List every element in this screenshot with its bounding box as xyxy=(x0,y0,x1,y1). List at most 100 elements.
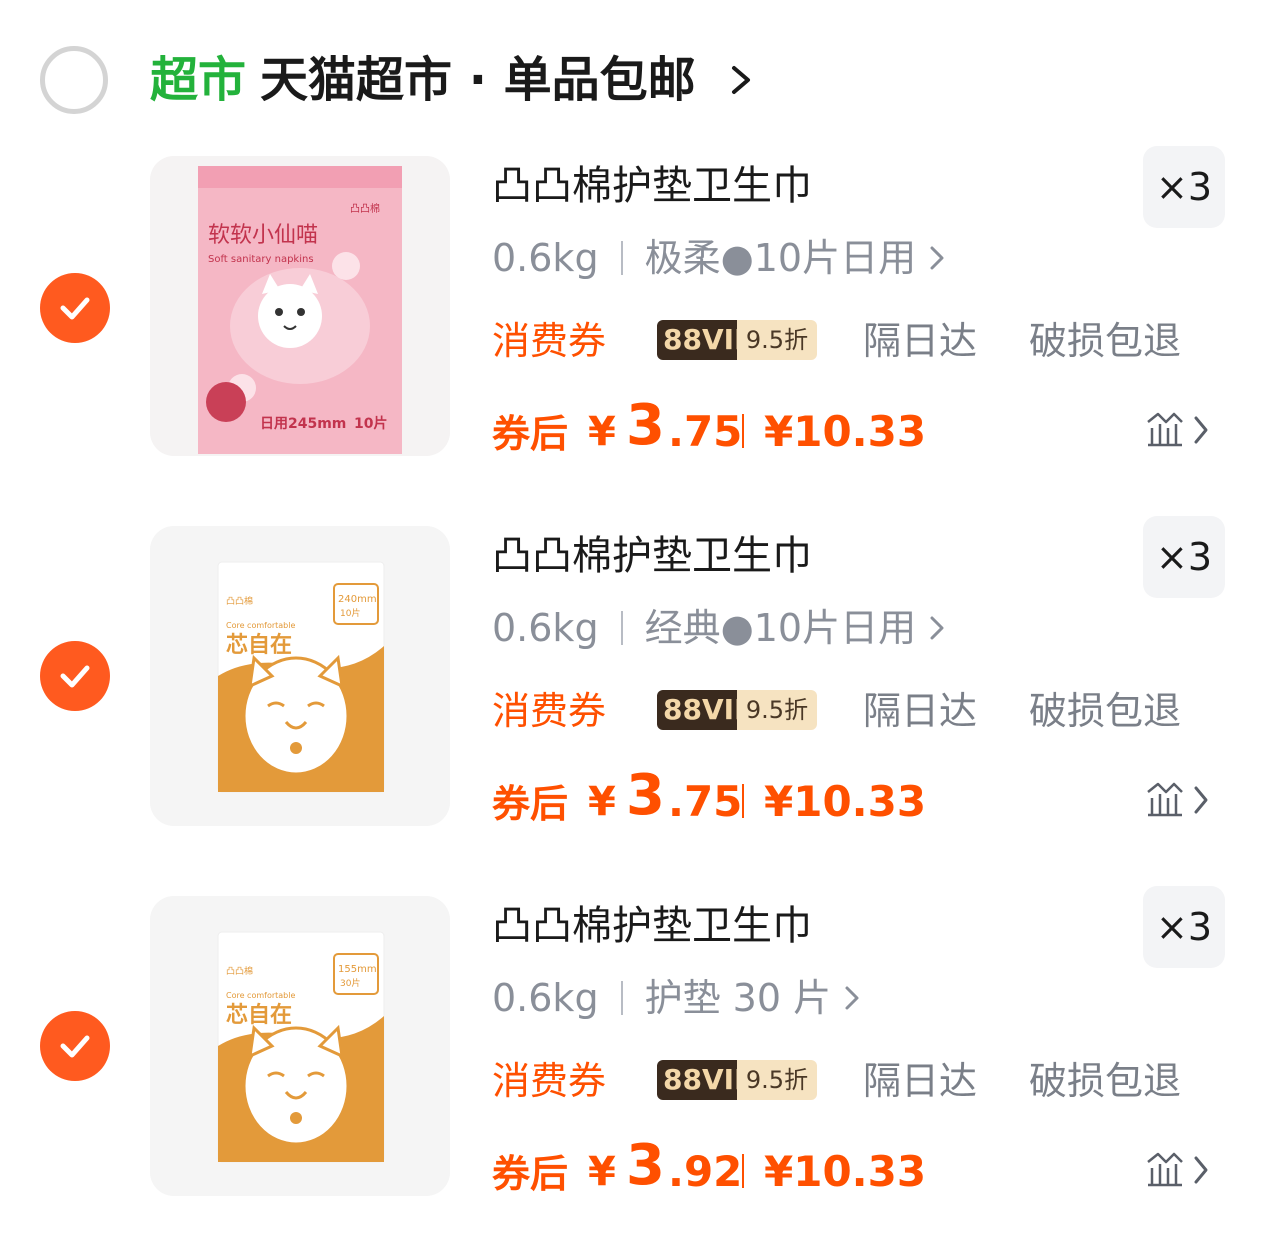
store-name-link[interactable]: 天猫超市 · 单品包邮 xyxy=(260,44,696,116)
after-coupon-label: 券后 xyxy=(492,412,569,456)
chevron-right-icon[interactable] xyxy=(726,62,756,98)
price-divider xyxy=(742,1154,744,1188)
vip-discount: 9.5折 xyxy=(737,690,817,730)
item-weight: 0.6kg xyxy=(492,606,599,650)
vip-label: 88VIP xyxy=(657,1060,755,1100)
item-weight: 0.6kg xyxy=(492,236,599,280)
after-coupon-label: 券后 xyxy=(492,782,569,826)
delivery-tag: 隔日达 xyxy=(863,689,978,733)
price-divider xyxy=(742,414,744,448)
vip-discount-badge: 88VIP 9.5折 xyxy=(657,1060,817,1100)
chevron-right-icon xyxy=(930,616,944,640)
product-package-orange: 凸凸棉 Core comfortable 芯自在 155mm 30片 xyxy=(150,896,450,1196)
cart-item: 凸凸棉 Core comfortable 芯自在 155mm 30片 凸凸棉护垫… xyxy=(0,886,1280,1249)
currency-symbol: ¥ xyxy=(588,409,616,455)
checkmark-icon xyxy=(60,1035,90,1058)
item-tags: 消费券 88VIP 9.5折 隔日达 破损包退 xyxy=(492,682,1212,740)
item-variant: 极柔●10片日用 xyxy=(644,236,917,280)
vip-discount-badge: 88VIP 9.5折 xyxy=(657,320,817,360)
price-row: 券后 ¥ 3 .92 ¥10.33 xyxy=(492,1132,1212,1202)
quantity-button[interactable]: ×3 xyxy=(1143,886,1225,968)
chevron-right-icon xyxy=(845,986,859,1010)
price-row: 券后 ¥ 3 .75 ¥10.33 xyxy=(492,762,1212,832)
return-tag: 破损包退 xyxy=(1029,1059,1182,1103)
currency-symbol: ¥ xyxy=(588,779,616,825)
checkmark-icon xyxy=(60,297,90,320)
product-package-pink: 软软小仙喵 Soft sanitary napkins 凸凸棉 日用245mm … xyxy=(150,156,450,456)
package-subtitle-text: Soft sanitary napkins xyxy=(208,254,314,265)
package-size-text: 240mm xyxy=(338,594,377,605)
price-integer: 3 xyxy=(626,1133,665,1198)
item-spec-selector[interactable]: 0.6kg 极柔●10片日用 xyxy=(492,230,946,286)
package-title-text: 芯自在 xyxy=(226,632,292,658)
original-price: ¥10.33 xyxy=(764,1147,927,1196)
after-coupon-label: 券后 xyxy=(492,1152,569,1196)
spec-divider xyxy=(620,981,623,1015)
price-decimal: .75 xyxy=(668,777,743,826)
vip-label: 88VIP xyxy=(657,320,755,360)
coupon-tag: 消费券 xyxy=(492,689,607,733)
cart-item: 软软小仙喵 Soft sanitary napkins 凸凸棉 日用245mm … xyxy=(0,146,1280,526)
return-tag: 破损包退 xyxy=(1029,319,1182,363)
price-integer: 3 xyxy=(626,393,665,458)
price-trend-icon[interactable] xyxy=(1144,410,1214,450)
delivery-tag: 隔日达 xyxy=(863,319,978,363)
item-spec-selector[interactable]: 0.6kg 经典●10片日用 xyxy=(492,600,946,656)
delivery-tag: 隔日达 xyxy=(863,1059,978,1103)
spec-divider xyxy=(620,241,623,275)
package-brand-text: 凸凸棉 xyxy=(350,202,380,215)
package-brand-text: 凸凸棉 xyxy=(226,965,253,977)
price-decimal: .92 xyxy=(668,1147,743,1196)
quantity-button[interactable]: ×3 xyxy=(1143,516,1225,598)
item-title[interactable]: 凸凸棉护垫卫生巾 xyxy=(492,896,812,956)
vip-discount-badge: 88VIP 9.5折 xyxy=(657,690,817,730)
package-brand-text: 凸凸棉 xyxy=(226,595,253,607)
return-tag: 破损包退 xyxy=(1029,689,1182,733)
price-decimal: .75 xyxy=(668,407,743,456)
package-subtitle-text: Core comfortable xyxy=(226,621,295,630)
package-size-text: 155mm xyxy=(338,964,377,975)
original-price: ¥10.33 xyxy=(764,407,927,456)
package-count-text: 30片 xyxy=(340,977,360,989)
item-title[interactable]: 凸凸棉护垫卫生巾 xyxy=(492,526,812,586)
item-title[interactable]: 凸凸棉护垫卫生巾 xyxy=(492,156,812,216)
item-check-button[interactable] xyxy=(40,1011,110,1081)
quantity-button[interactable]: ×3 xyxy=(1143,146,1225,228)
item-tags: 消费券 88VIP 9.5折 隔日达 破损包退 xyxy=(492,1052,1212,1110)
product-package-orange: 凸凸棉 Core comfortable 芯自在 240mm 10片 xyxy=(150,526,450,826)
chevron-right-icon xyxy=(930,246,944,270)
package-count-text: 10片 xyxy=(340,607,360,619)
store-header: 超市 天猫超市 · 单品包邮 xyxy=(0,0,1280,160)
checkmark-icon xyxy=(60,665,90,688)
package-count-text: 10片 xyxy=(354,415,387,432)
vip-discount: 9.5折 xyxy=(737,1060,817,1100)
coupon-tag: 消费券 xyxy=(492,1059,607,1103)
price-divider xyxy=(742,784,744,818)
package-title-text: 芯自在 xyxy=(226,1002,292,1028)
cart-item: 凸凸棉 Core comfortable 芯自在 240mm 10片 凸凸棉护垫… xyxy=(0,516,1280,896)
product-image[interactable]: 凸凸棉 Core comfortable 芯自在 240mm 10片 xyxy=(150,526,450,826)
price-row: 券后 ¥ 3 .75 ¥10.33 xyxy=(492,392,1212,462)
product-image[interactable]: 软软小仙喵 Soft sanitary napkins 凸凸棉 日用245mm … xyxy=(150,156,450,456)
item-tags: 消费券 88VIP 9.5折 隔日达 破损包退 xyxy=(492,312,1212,370)
item-check-button[interactable] xyxy=(40,641,110,711)
item-variant: 经典●10片日用 xyxy=(644,606,917,650)
price-trend-icon[interactable] xyxy=(1144,780,1214,820)
store-select-radio[interactable] xyxy=(40,46,108,114)
item-check-button[interactable] xyxy=(40,273,110,343)
vip-label: 88VIP xyxy=(657,690,755,730)
item-weight: 0.6kg xyxy=(492,976,599,1020)
coupon-tag: 消费券 xyxy=(492,319,607,363)
package-subtitle-text: Core comfortable xyxy=(226,991,295,1000)
vip-discount: 9.5折 xyxy=(737,320,817,360)
package-size-text: 日用245mm xyxy=(260,416,346,432)
product-image[interactable]: 凸凸棉 Core comfortable 芯自在 155mm 30片 xyxy=(150,896,450,1196)
original-price: ¥10.33 xyxy=(764,777,927,826)
price-trend-icon[interactable] xyxy=(1144,1150,1214,1190)
item-spec-selector[interactable]: 0.6kg 护垫 30 片 xyxy=(492,970,861,1026)
store-badge: 超市 xyxy=(150,52,247,108)
spec-divider xyxy=(620,611,623,645)
price-integer: 3 xyxy=(626,763,665,828)
package-title-text: 软软小仙喵 xyxy=(208,223,318,248)
item-variant: 护垫 30 片 xyxy=(644,976,832,1020)
